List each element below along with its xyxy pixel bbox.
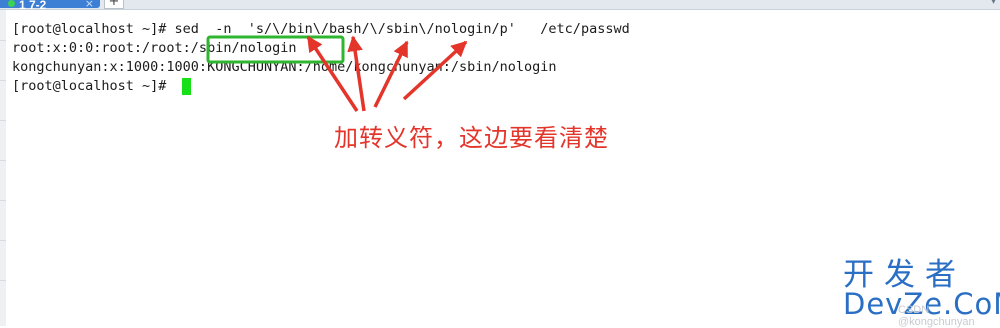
annotation-arrow <box>402 40 468 101</box>
watermark-sub: CSDN @kongchunyan <box>898 304 975 328</box>
annotation-arrow <box>306 35 359 112</box>
annotation-arrow <box>347 35 366 112</box>
annotation-arrow <box>373 40 409 108</box>
annotation-note: 加转义符，这边要看清楚 <box>334 124 609 152</box>
